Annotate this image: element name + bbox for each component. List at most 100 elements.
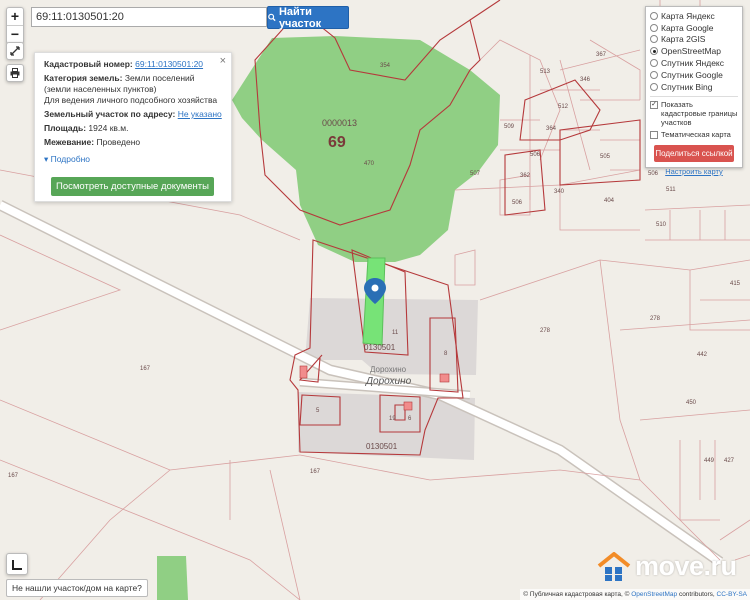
search-input[interactable] — [31, 7, 267, 27]
radio-icon — [650, 59, 658, 68]
layer-option[interactable]: OpenStreetMap — [650, 45, 738, 57]
survey-row: Межевание: Проведено — [44, 137, 222, 148]
parcel-label: 354 — [380, 63, 391, 69]
area-row: Площадь: 1924 кв.м. — [44, 123, 222, 134]
parcel-label: 362 — [520, 173, 531, 179]
checkbox-icon — [650, 130, 658, 139]
checkbox-checked-icon: ✓ — [650, 100, 658, 109]
layer-switcher: Карта Яндекс Карта Google Карта 2GIS OpenSt… — [645, 6, 743, 176]
zoom-control: + − — [6, 7, 24, 44]
region-label: 69 — [328, 134, 346, 151]
layer-option[interactable]: Спутник Google — [650, 69, 738, 81]
fullscreen-button[interactable] — [6, 42, 24, 60]
watermark-text: move.ru — [635, 551, 737, 581]
checkbox-label: Тематическая карта — [661, 129, 731, 139]
parcel-label: 167 — [310, 469, 321, 475]
square-icon — [11, 559, 22, 570]
parcel-label: 278 — [540, 328, 551, 334]
layer-toggle-button[interactable] — [6, 553, 28, 575]
parcel-label: 167 — [140, 366, 151, 372]
parcel-info-panel: × Кадастровый номер: 69:11:0130501:20 Ка… — [34, 52, 232, 202]
parcel-label: 470 — [364, 161, 375, 167]
layer-option-label: Спутник Google — [661, 69, 723, 80]
parcel-label: 19 — [389, 416, 396, 422]
area-value: 1924 кв.м. — [88, 123, 129, 133]
cadastral-borders-checkbox[interactable]: ✓ Показать кадастровые границы участков — [650, 100, 738, 127]
search-button-label: Найти участок — [278, 5, 322, 30]
parcel-label: 513 — [540, 69, 551, 75]
not-found-button[interactable]: Не нашли участок/дом на карте? — [6, 579, 148, 597]
expand-icon — [10, 46, 20, 56]
caret-down-icon: ▾ — [44, 154, 49, 164]
layer-option[interactable]: Карта 2GIS — [650, 34, 738, 46]
setup-map-link[interactable]: Настроить карту — [650, 167, 738, 176]
radio-icon — [650, 11, 658, 20]
view-documents-button[interactable]: Посмотреть доступные документы — [51, 177, 214, 196]
close-icon[interactable]: × — [220, 56, 226, 67]
parcel-label: 442 — [697, 352, 708, 358]
parcel-label: 506 — [512, 200, 523, 206]
parcel-label: 512 — [558, 104, 569, 110]
zoom-out-button[interactable]: − — [7, 25, 23, 43]
parcel-label: 415 — [730, 281, 741, 287]
usage-value: Для ведения личного подсобного хозяйства — [44, 95, 218, 105]
thematic-map-checkbox[interactable]: Тематическая карта — [650, 130, 738, 139]
radio-icon — [650, 82, 658, 91]
parcel-label: 509 — [504, 124, 515, 130]
zoom-in-button[interactable]: + — [7, 8, 23, 25]
radio-icon — [650, 35, 658, 44]
more-details-label: Подробно — [50, 154, 91, 164]
parcel-label: 511 — [666, 187, 676, 193]
layer-option-label: Спутник Яндекс — [661, 58, 724, 69]
parcel-label: 505 — [600, 154, 611, 160]
radio-icon — [650, 70, 658, 79]
radio-selected-icon — [650, 47, 658, 56]
parcel-label: 506 — [530, 152, 541, 158]
cadastral-number-link[interactable]: 69:11:0130501:20 — [135, 59, 203, 69]
category-label: Категория земель: — [44, 73, 123, 83]
address-value-link[interactable]: Не указано — [178, 109, 222, 119]
parcel-label: 278 — [650, 316, 661, 322]
layer-options: Карта Яндекс Карта Google Карта 2GIS OpenSt… — [650, 10, 738, 93]
parcel-label: 340 — [554, 189, 565, 195]
osm-link[interactable]: OpenStreetMap — [631, 591, 677, 598]
share-link-button[interactable]: Поделиться ссылкой — [654, 144, 734, 162]
address-label: Земельный участок по адресу: — [44, 109, 176, 119]
parcel-label: 507 — [470, 171, 481, 177]
house-logo-icon — [597, 551, 631, 581]
license-link[interactable]: CC-BY-SA — [717, 591, 747, 598]
quarter-label-bottom: 0130501 — [366, 442, 398, 451]
attribution-prefix: © Публичная кадастровая карта, © — [523, 591, 632, 598]
layer-option-label: Карта Google — [661, 22, 714, 33]
parcel-label: 167 — [8, 473, 19, 479]
layer-option[interactable]: Карта Яндекс — [650, 10, 738, 22]
parcel-label: 510 — [656, 222, 667, 228]
layer-option[interactable]: Спутник Яндекс — [650, 57, 738, 69]
layer-option[interactable]: Карта Google — [650, 22, 738, 34]
search-button[interactable]: Найти участок — [267, 5, 349, 30]
attribution: © Публичная кадастровая карта, © OpenStr… — [520, 589, 750, 600]
parcel-label: 367 — [596, 52, 607, 58]
address-row: Земельный участок по адресу: Не указано — [44, 109, 222, 120]
survey-value: Проведено — [96, 137, 141, 147]
cadastral-label: Кадастровый номер: — [44, 59, 133, 69]
search-icon — [268, 13, 276, 22]
attribution-mid: contributors, — [677, 591, 717, 598]
more-details-link[interactable]: ▾ Подробно — [44, 154, 222, 165]
printer-icon — [10, 68, 20, 78]
village-label-small: Дорохино — [370, 365, 407, 374]
print-button[interactable] — [6, 64, 24, 82]
layer-option[interactable]: Спутник Bing — [650, 81, 738, 93]
category-row: Категория земель: Земли поселений (земли… — [44, 73, 222, 106]
divider — [650, 95, 738, 97]
village-label: Дорохино — [365, 376, 412, 387]
area-label: Площадь: — [44, 123, 87, 133]
parcel-label: 11 — [392, 330, 399, 336]
watermark: move.ru — [597, 551, 737, 582]
layer-option-label: Карта 2GIS — [661, 34, 706, 45]
cadastral-row: Кадастровый номер: 69:11:0130501:20 — [44, 59, 222, 70]
survey-label: Межевание: — [44, 137, 95, 147]
layer-option-label: Карта Яндекс — [661, 10, 715, 21]
layer-option-label: OpenStreetMap — [661, 46, 722, 57]
parcel-label: 404 — [604, 198, 615, 204]
